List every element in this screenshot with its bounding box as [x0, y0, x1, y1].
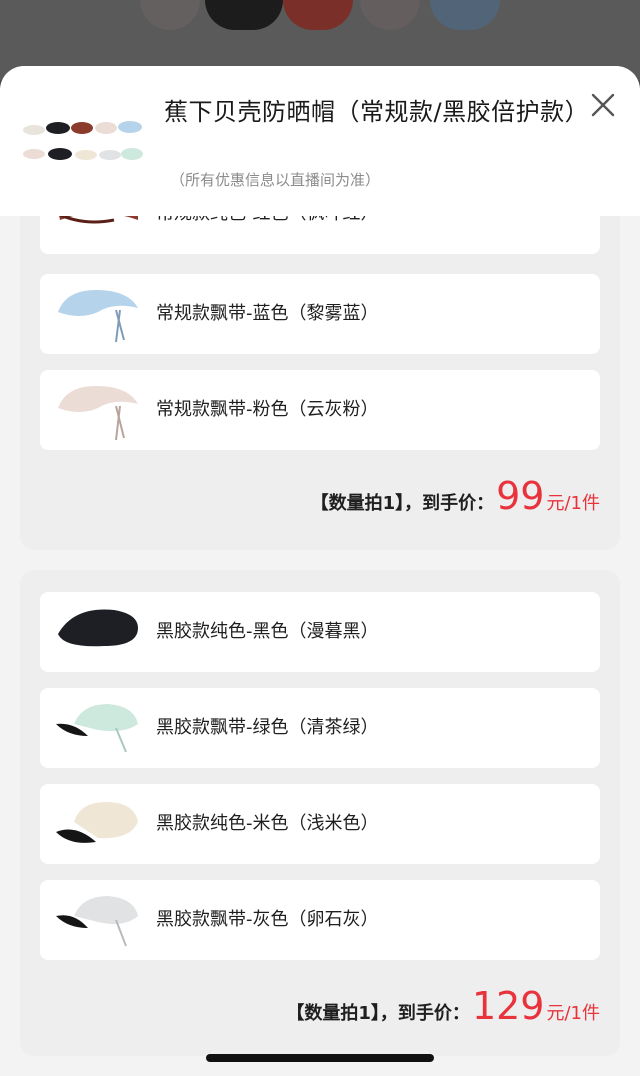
option-label: 黑胶款纯色-黑色（漫暮黑） [156, 621, 379, 642]
option-label: 黑胶款纯色-米色（浅米色） [156, 813, 379, 834]
option-item[interactable]: 黑胶款飘带-绿色（清茶绿） [40, 688, 600, 768]
hat-image [58, 609, 138, 647]
background-hat-image [430, 0, 500, 30]
price-prefix: 【数量拍1】，到手价： [286, 1003, 470, 1024]
option-label: 黑胶款飘带-灰色（卵石灰） [156, 909, 379, 930]
price-amount: 99 [496, 474, 545, 518]
price-row: 【数量拍1】，到手价： 129 元/1件 [286, 984, 600, 1034]
option-item[interactable]: 黑胶款飘带-灰色（卵石灰） [40, 880, 600, 960]
background-hat-image [283, 0, 353, 30]
option-group-black-glue: 黑胶款纯色-黑色（漫暮黑） 黑胶款飘带-绿色（清茶绿） 黑胶款纯色-米色（浅米色… [20, 570, 620, 1056]
price-disclaimer: （所有优惠信息以直播间为准） [170, 171, 381, 189]
sheet-header: 蕉下贝壳防晒帽（常规款/黑胶倍护款） （所有优惠信息以直播间为准） [0, 66, 640, 216]
close-icon[interactable] [586, 88, 620, 122]
price-prefix: 【数量拍1】，到手价： [310, 493, 495, 514]
option-item[interactable]: 黑胶款纯色-米色（浅米色） [40, 784, 600, 864]
hat-image [56, 802, 138, 843]
hat-image [58, 386, 138, 441]
price-amount: 129 [471, 984, 545, 1028]
option-label: 常规款飘带-粉色（云灰粉） [156, 399, 379, 420]
option-label: 黑胶款飘带-绿色（清茶绿） [156, 717, 379, 738]
background-hat-image [360, 0, 420, 30]
hat-image [56, 704, 138, 753]
hat-image [58, 290, 138, 343]
hat-image [56, 896, 138, 947]
price-unit: 元/1件 [546, 493, 600, 514]
option-item[interactable]: 黑胶款纯色-黑色（漫暮黑） [40, 592, 600, 672]
price-row: 【数量拍1】，到手价： 99 元/1件 [311, 474, 600, 524]
product-title: 蕉下贝壳防晒帽（常规款/黑胶倍护款） [164, 98, 590, 126]
price-unit: 元/1件 [546, 1003, 600, 1024]
home-indicator[interactable] [206, 1054, 434, 1062]
background-hat-image [205, 0, 283, 30]
option-item[interactable]: 常规款飘带-粉色（云灰粉） [40, 370, 600, 450]
product-thumbnail [23, 121, 143, 160]
option-item[interactable]: 常规款飘带-蓝色（黎雾蓝） [40, 274, 600, 354]
option-group-regular: 常规款纯色-红色（枫叶红） 常规款飘带-蓝色（黎雾蓝） 常规款飘带-粉色（云灰粉… [20, 164, 620, 550]
option-label: 常规款飘带-蓝色（黎雾蓝） [156, 303, 379, 324]
background-hat-image [140, 0, 200, 30]
product-options-sheet: 蕉下贝壳防晒帽（常规款/黑胶倍护款） （所有优惠信息以直播间为准） 常规款纯色-… [0, 66, 640, 1076]
